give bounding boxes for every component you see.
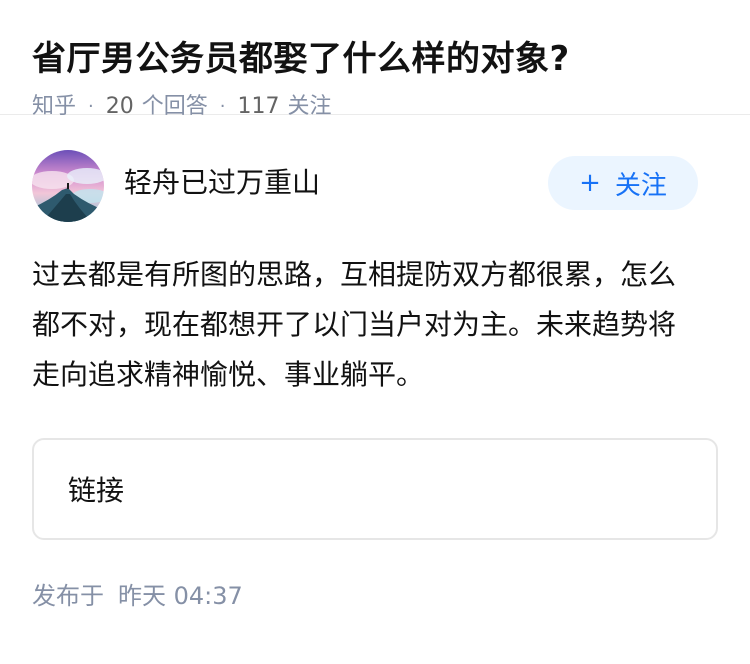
published-time: 昨天 04:37 <box>118 582 243 610</box>
answer-count: 20 <box>105 94 134 119</box>
published-label: 发布于 <box>32 582 104 610</box>
answer-card: 轻舟已过万重山 + 关注 过去都是有所图的思路，互相提防双方都很累，怎么都不对，… <box>0 148 750 611</box>
question-title[interactable]: 省厅男公务员都娶了什么样的对象? <box>32 36 718 82</box>
link-label: 链接 <box>68 474 125 507</box>
question-header: 省厅男公务员都娶了什么样的对象? 知乎 · 20 个回答 · 117 关注 <box>0 0 750 119</box>
question-meta: 知乎 · 20 个回答 · 117 关注 <box>32 92 718 122</box>
follower-count: 117 <box>237 94 280 119</box>
follow-button[interactable]: + 关注 <box>548 156 698 210</box>
author-row: 轻舟已过万重山 + 关注 <box>32 148 718 224</box>
avatar-landscape-image <box>32 150 104 222</box>
answer-count-label: 个回答 <box>141 94 208 119</box>
answer-content[interactable]: 过去都是有所图的思路，互相提防双方都很累，怎么都不对，现在都想开了以门当户对为主… <box>32 250 702 400</box>
answer-footer: 发布于 昨天 04:37 <box>32 576 718 611</box>
meta-separator: · <box>88 96 94 117</box>
plus-icon: + <box>579 168 601 198</box>
follow-button-label: 关注 <box>614 170 667 201</box>
meta-separator: · <box>219 96 226 117</box>
follower-count-label: 关注 <box>287 94 332 119</box>
source-label[interactable]: 知乎 <box>32 92 76 122</box>
link-card[interactable]: 链接 <box>32 438 718 540</box>
author-name[interactable]: 轻舟已过万重山 <box>124 161 320 201</box>
avatar[interactable] <box>32 150 104 222</box>
zhihu-answer-page: 省厅男公务员都娶了什么样的对象? 知乎 · 20 个回答 · 117 关注 轻舟… <box>0 0 750 664</box>
